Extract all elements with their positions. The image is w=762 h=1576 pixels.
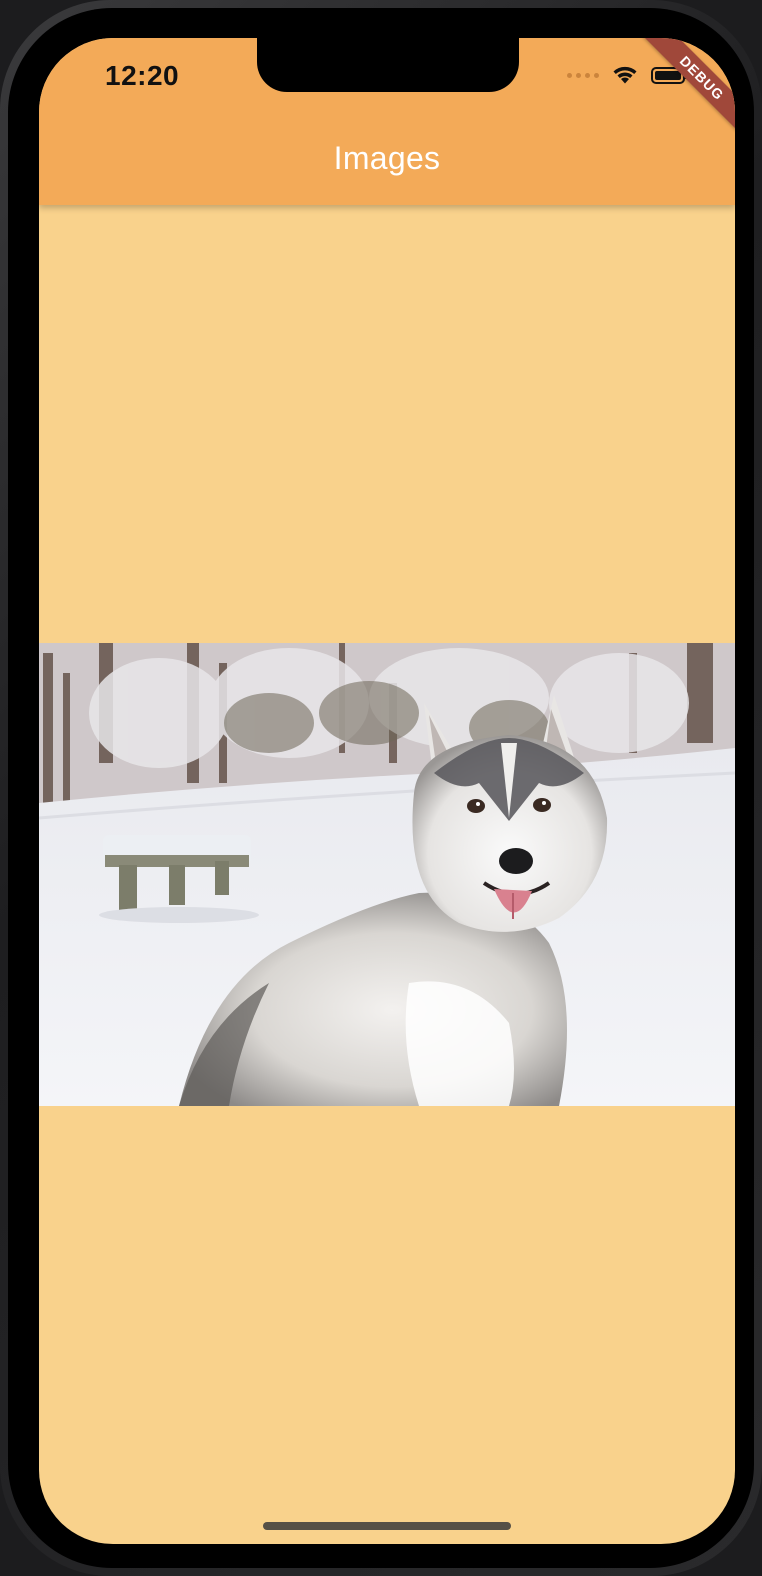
- phone-bezel: 12:20 Images DEBUG: [8, 8, 754, 1568]
- cellular-signal-icon: [567, 72, 599, 78]
- wifi-icon: [613, 66, 637, 84]
- notch: [257, 38, 519, 92]
- app-screen: 12:20 Images DEBUG: [39, 38, 735, 1544]
- husky-photo-graphic: [39, 643, 735, 1106]
- phone-frame: 12:20 Images DEBUG: [0, 0, 762, 1576]
- status-time: 12:20: [105, 60, 180, 91]
- status-indicators: [567, 65, 688, 85]
- home-indicator[interactable]: [263, 1522, 511, 1530]
- app-bar: 12:20 Images: [39, 38, 735, 205]
- page-title: Images: [333, 140, 441, 176]
- husky-image: [39, 643, 735, 1106]
